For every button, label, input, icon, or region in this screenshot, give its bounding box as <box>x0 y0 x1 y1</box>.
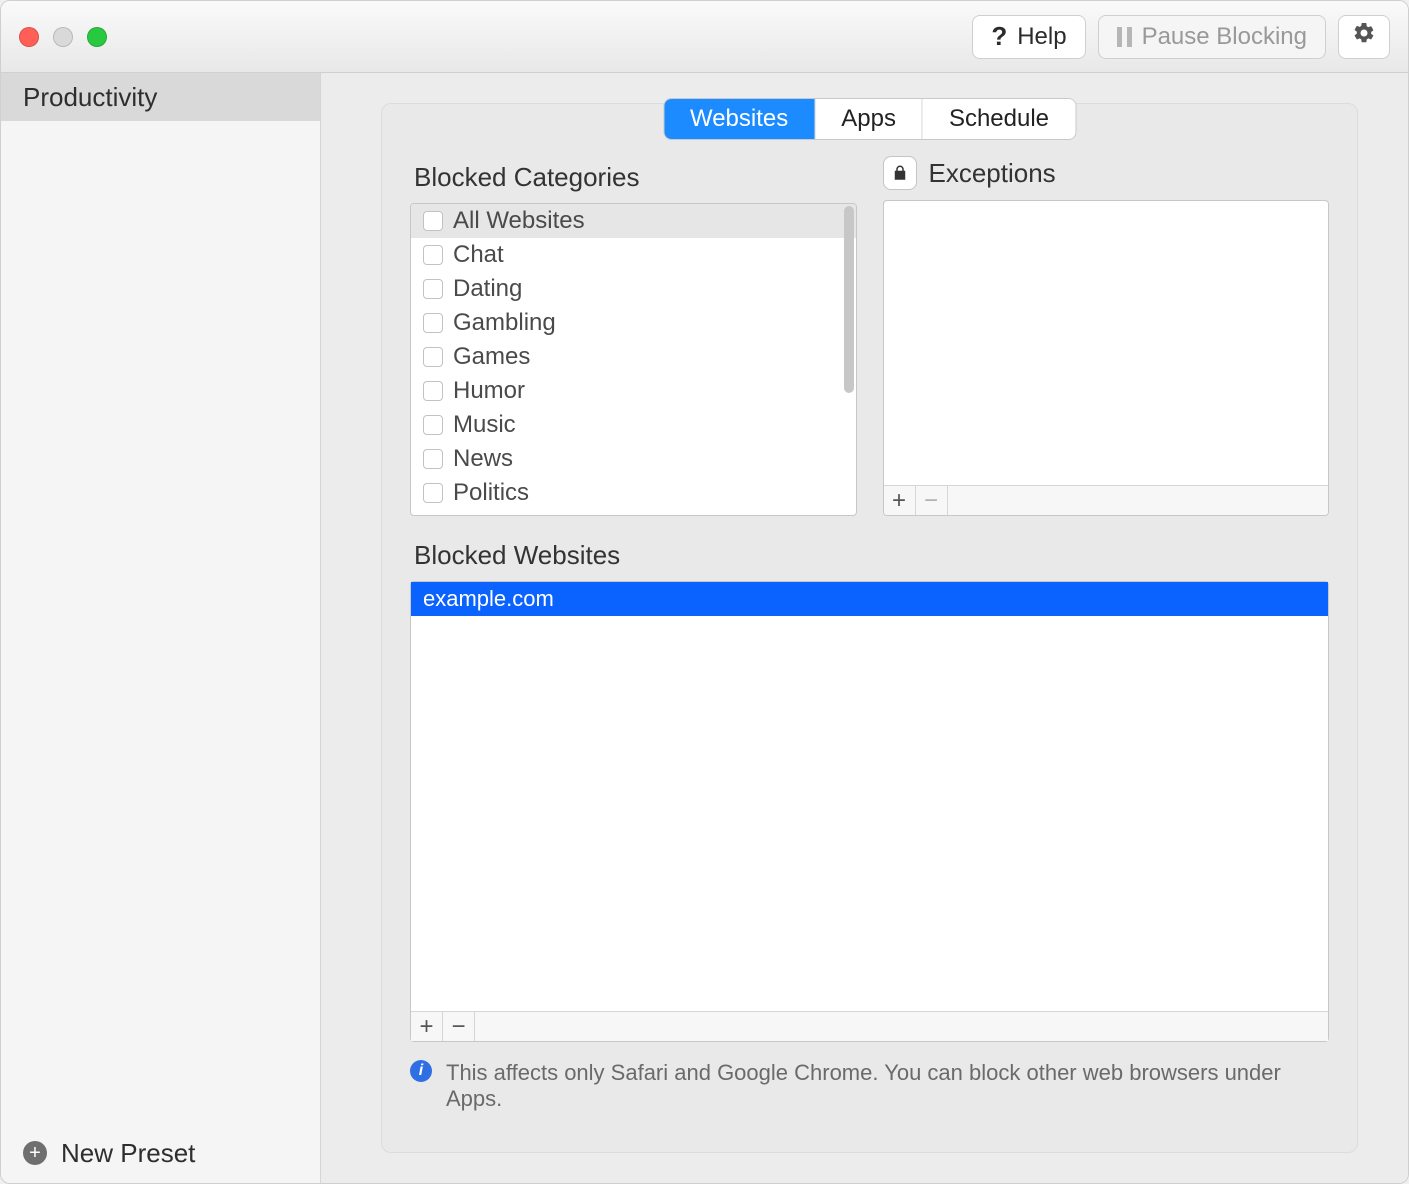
category-checkbox[interactable] <box>423 347 443 367</box>
pause-icon <box>1117 27 1132 47</box>
category-label: Chat <box>453 241 504 269</box>
tab-websites[interactable]: Websites <box>664 99 815 139</box>
sidebar-item-label: Productivity <box>23 82 157 113</box>
category-label: Politics <box>453 479 529 507</box>
pause-button-label: Pause Blocking <box>1142 23 1307 51</box>
tab-apps[interactable]: Apps <box>815 99 923 139</box>
info-note-text: This affects only Safari and Google Chro… <box>446 1060 1329 1112</box>
websites-remove-button[interactable]: − <box>443 1012 475 1041</box>
exceptions-add-button[interactable]: + <box>884 486 916 515</box>
zoom-window-button[interactable] <box>87 27 107 47</box>
titlebar: ? Help Pause Blocking <box>1 1 1408 73</box>
tab-schedule[interactable]: Schedule <box>923 99 1075 139</box>
blocked-website-label: example.com <box>423 586 554 612</box>
category-label: Games <box>453 343 530 371</box>
pause-blocking-button[interactable]: Pause Blocking <box>1098 15 1326 59</box>
category-checkbox[interactable] <box>423 381 443 401</box>
category-checkbox[interactable] <box>423 483 443 503</box>
category-row[interactable]: Music <box>411 408 856 442</box>
plus-circle-icon: + <box>23 1141 47 1165</box>
new-preset-button[interactable]: + New Preset <box>1 1123 320 1183</box>
gear-icon <box>1352 21 1376 52</box>
category-label: All Websites <box>453 207 585 235</box>
category-row[interactable]: Humor <box>411 374 856 408</box>
category-label: Gambling <box>453 309 556 337</box>
exceptions-remove-button[interactable]: − <box>916 486 948 515</box>
category-checkbox[interactable] <box>423 313 443 333</box>
category-row[interactable]: All Websites <box>411 204 856 238</box>
category-checkbox[interactable] <box>423 279 443 299</box>
category-row[interactable]: Gambling <box>411 306 856 340</box>
close-window-button[interactable] <box>19 27 39 47</box>
sidebar-item-productivity[interactable]: Productivity <box>1 73 320 121</box>
sidebar: Productivity + New Preset <box>1 73 321 1183</box>
websites-add-button[interactable]: + <box>411 1012 443 1041</box>
blocked-website-row[interactable]: example.com <box>411 582 1328 616</box>
category-label: News <box>453 445 513 473</box>
category-row[interactable]: Chat <box>411 238 856 272</box>
minimize-window-button[interactable] <box>53 27 73 47</box>
category-row[interactable]: Dating <box>411 272 856 306</box>
blocked-websites-heading: Blocked Websites <box>414 540 1329 571</box>
category-checkbox[interactable] <box>423 415 443 435</box>
blocked-websites-list[interactable]: example.com + − <box>410 581 1329 1042</box>
category-label: Dating <box>453 275 522 303</box>
lock-button[interactable] <box>883 156 917 190</box>
category-label: Music <box>453 411 516 439</box>
settings-button[interactable] <box>1338 15 1390 59</box>
category-checkbox[interactable] <box>423 211 443 231</box>
info-note: i This affects only Safari and Google Ch… <box>410 1060 1329 1112</box>
scrollbar[interactable] <box>844 206 854 393</box>
lock-icon <box>891 164 909 182</box>
app-window: ? Help Pause Blocking Productivity + New… <box>0 0 1409 1184</box>
help-button[interactable]: ? Help <box>972 15 1085 59</box>
main-content: Websites Apps Schedule Blocked Categorie… <box>321 73 1408 1183</box>
question-icon: ? <box>991 21 1007 52</box>
category-row[interactable]: News <box>411 442 856 476</box>
new-preset-label: New Preset <box>61 1138 195 1169</box>
category-row[interactable]: Games <box>411 340 856 374</box>
exceptions-list[interactable]: + − <box>883 200 1330 516</box>
tab-bar: Websites Apps Schedule <box>663 98 1076 140</box>
window-controls <box>19 27 107 47</box>
info-icon: i <box>410 1060 432 1082</box>
settings-panel: Websites Apps Schedule Blocked Categorie… <box>381 103 1358 1153</box>
category-label: Humor <box>453 377 525 405</box>
blocked-categories-list[interactable]: All Websites Chat Dating Gambling Games Humor… <box>410 203 857 516</box>
category-row[interactable]: Politics <box>411 476 856 510</box>
exceptions-heading: Exceptions <box>929 158 1056 189</box>
category-checkbox[interactable] <box>423 449 443 469</box>
category-checkbox[interactable] <box>423 245 443 265</box>
blocked-categories-heading: Blocked Categories <box>414 162 857 193</box>
help-button-label: Help <box>1017 23 1066 51</box>
